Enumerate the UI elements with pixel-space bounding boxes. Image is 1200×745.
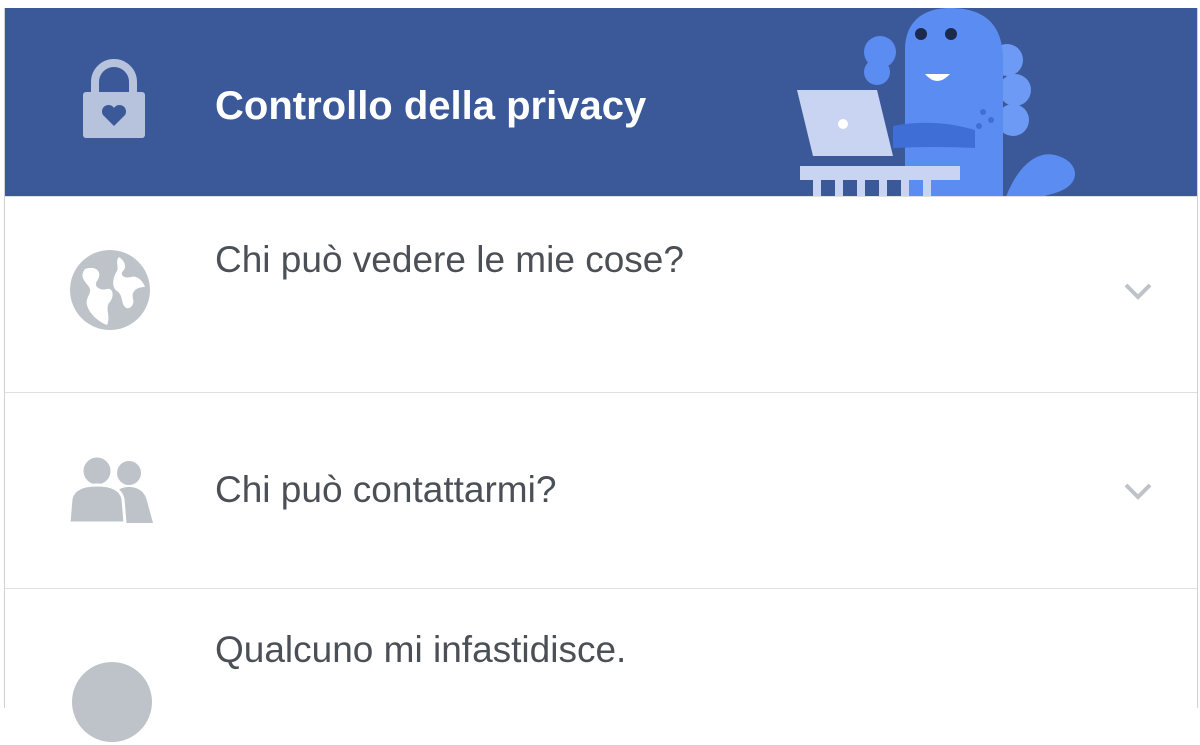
chevron-down-icon[interactable]: [1120, 479, 1156, 503]
blocked-icon: [72, 662, 152, 742]
privacy-checkup-header[interactable]: Controllo della privacy: [5, 8, 1197, 196]
someone-is-bothering-me-item[interactable]: Qualcuno mi infastidisce.: [5, 588, 1197, 742]
someone-is-bothering-me-label: Qualcuno mi infastidisce.: [215, 629, 627, 670]
privacy-shortcuts-panel: Controllo della privacy Chi può vedere l…: [4, 8, 1198, 742]
who-can-contact-me-item[interactable]: Chi può contattarmi?: [5, 392, 1197, 589]
who-can-see-my-stuff-label: Chi può vedere le mie cose?: [215, 239, 684, 280]
page-title: Controllo della privacy: [215, 84, 647, 128]
globe-icon: [70, 250, 150, 330]
people-icon: [67, 454, 153, 523]
lock-heart-icon: [83, 59, 145, 138]
who-can-see-my-stuff-item[interactable]: Chi può vedere le mie cose?: [5, 196, 1197, 393]
chevron-down-icon[interactable]: [1120, 279, 1156, 303]
privacy-dinosaur-illustration: [797, 8, 1075, 196]
who-can-contact-me-label: Chi può contattarmi?: [215, 469, 557, 510]
